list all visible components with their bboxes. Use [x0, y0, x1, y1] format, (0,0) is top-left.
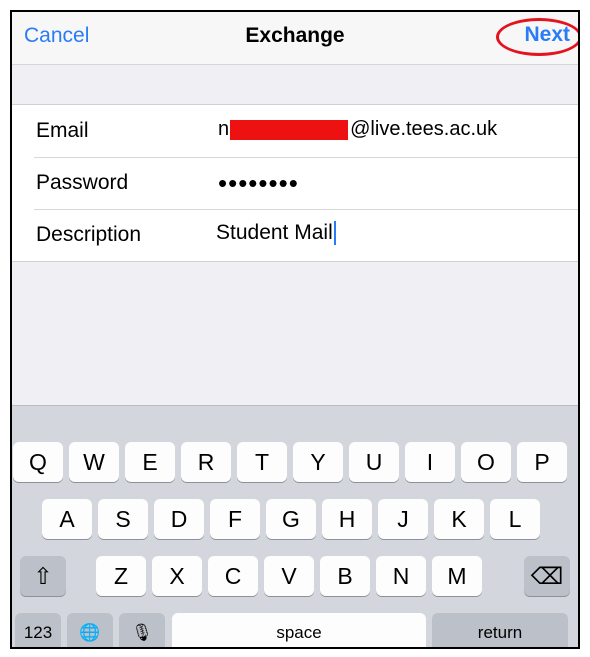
key-q[interactable]: Q — [13, 442, 63, 482]
next-button[interactable]: Next — [520, 21, 574, 49]
key-a[interactable]: A — [42, 499, 92, 539]
description-field[interactable]: Student Mail — [216, 221, 336, 245]
email-label: Email — [36, 119, 89, 142]
globe-key[interactable]: 🌐 — [67, 613, 113, 647]
password-row: Password •••••••• — [12, 157, 578, 209]
text-cursor — [333, 221, 336, 245]
key-v[interactable]: V — [264, 556, 314, 596]
password-label: Password — [36, 171, 129, 194]
microphone-key[interactable]: 🎙 — [119, 613, 165, 647]
key-b[interactable]: B — [320, 556, 370, 596]
key-n[interactable]: N — [376, 556, 426, 596]
key-o[interactable]: O — [461, 442, 511, 482]
key-i[interactable]: I — [405, 442, 455, 482]
key-t[interactable]: T — [237, 442, 287, 482]
keyboard: QWERTYUIOP ASDFGHJKL ZXCVBNM ⇧ ⌫ 123 🌐 🎙… — [12, 405, 578, 647]
email-field[interactable]: n @live.tees.ac.uk — [218, 118, 497, 141]
redaction-block — [230, 119, 349, 140]
email-row: Email n @live.tees.ac.uk — [12, 105, 578, 157]
key-d[interactable]: D — [154, 499, 204, 539]
description-value: Student Mail — [216, 221, 333, 244]
key-h[interactable]: H — [322, 499, 372, 539]
key-z[interactable]: Z — [96, 556, 146, 596]
description-row: Description Student Mail — [12, 209, 578, 261]
microphone-icon: 🎙 — [131, 623, 153, 642]
key-c[interactable]: C — [208, 556, 258, 596]
key-f[interactable]: F — [210, 499, 260, 539]
delete-icon: ⌫ — [530, 562, 564, 589]
key-y[interactable]: Y — [293, 442, 343, 482]
key-x[interactable]: X — [152, 556, 202, 596]
key-g[interactable]: G — [266, 499, 316, 539]
key-r[interactable]: R — [181, 442, 231, 482]
globe-icon: 🌐 — [79, 623, 101, 642]
key-p[interactable]: P — [517, 442, 567, 482]
numbers-key[interactable]: 123 — [15, 613, 61, 647]
key-w[interactable]: W — [69, 442, 119, 482]
key-k[interactable]: K — [434, 499, 484, 539]
nav-bar: Cancel Exchange Next — [12, 12, 578, 65]
key-j[interactable]: J — [378, 499, 428, 539]
key-s[interactable]: S — [98, 499, 148, 539]
space-key[interactable]: space — [172, 613, 426, 647]
description-label: Description — [36, 223, 142, 246]
email-prefix: n — [218, 118, 230, 140]
key-u[interactable]: U — [349, 442, 399, 482]
page-title: Exchange — [245, 24, 345, 47]
shift-icon: ⇧ — [33, 562, 53, 589]
return-key[interactable]: return — [432, 613, 568, 647]
key-e[interactable]: E — [125, 442, 175, 482]
delete-key[interactable]: ⌫ — [524, 556, 570, 596]
key-m[interactable]: M — [432, 556, 482, 596]
account-form: Email n @live.tees.ac.uk Password ••••••… — [12, 104, 578, 262]
password-field[interactable]: •••••••• — [218, 168, 299, 199]
email-suffix: @live.tees.ac.uk — [350, 118, 498, 140]
ios-screen: Cancel Exchange Next Email n @live.tees.… — [10, 10, 580, 649]
key-l[interactable]: L — [490, 499, 540, 539]
shift-key[interactable]: ⇧ — [20, 556, 66, 596]
